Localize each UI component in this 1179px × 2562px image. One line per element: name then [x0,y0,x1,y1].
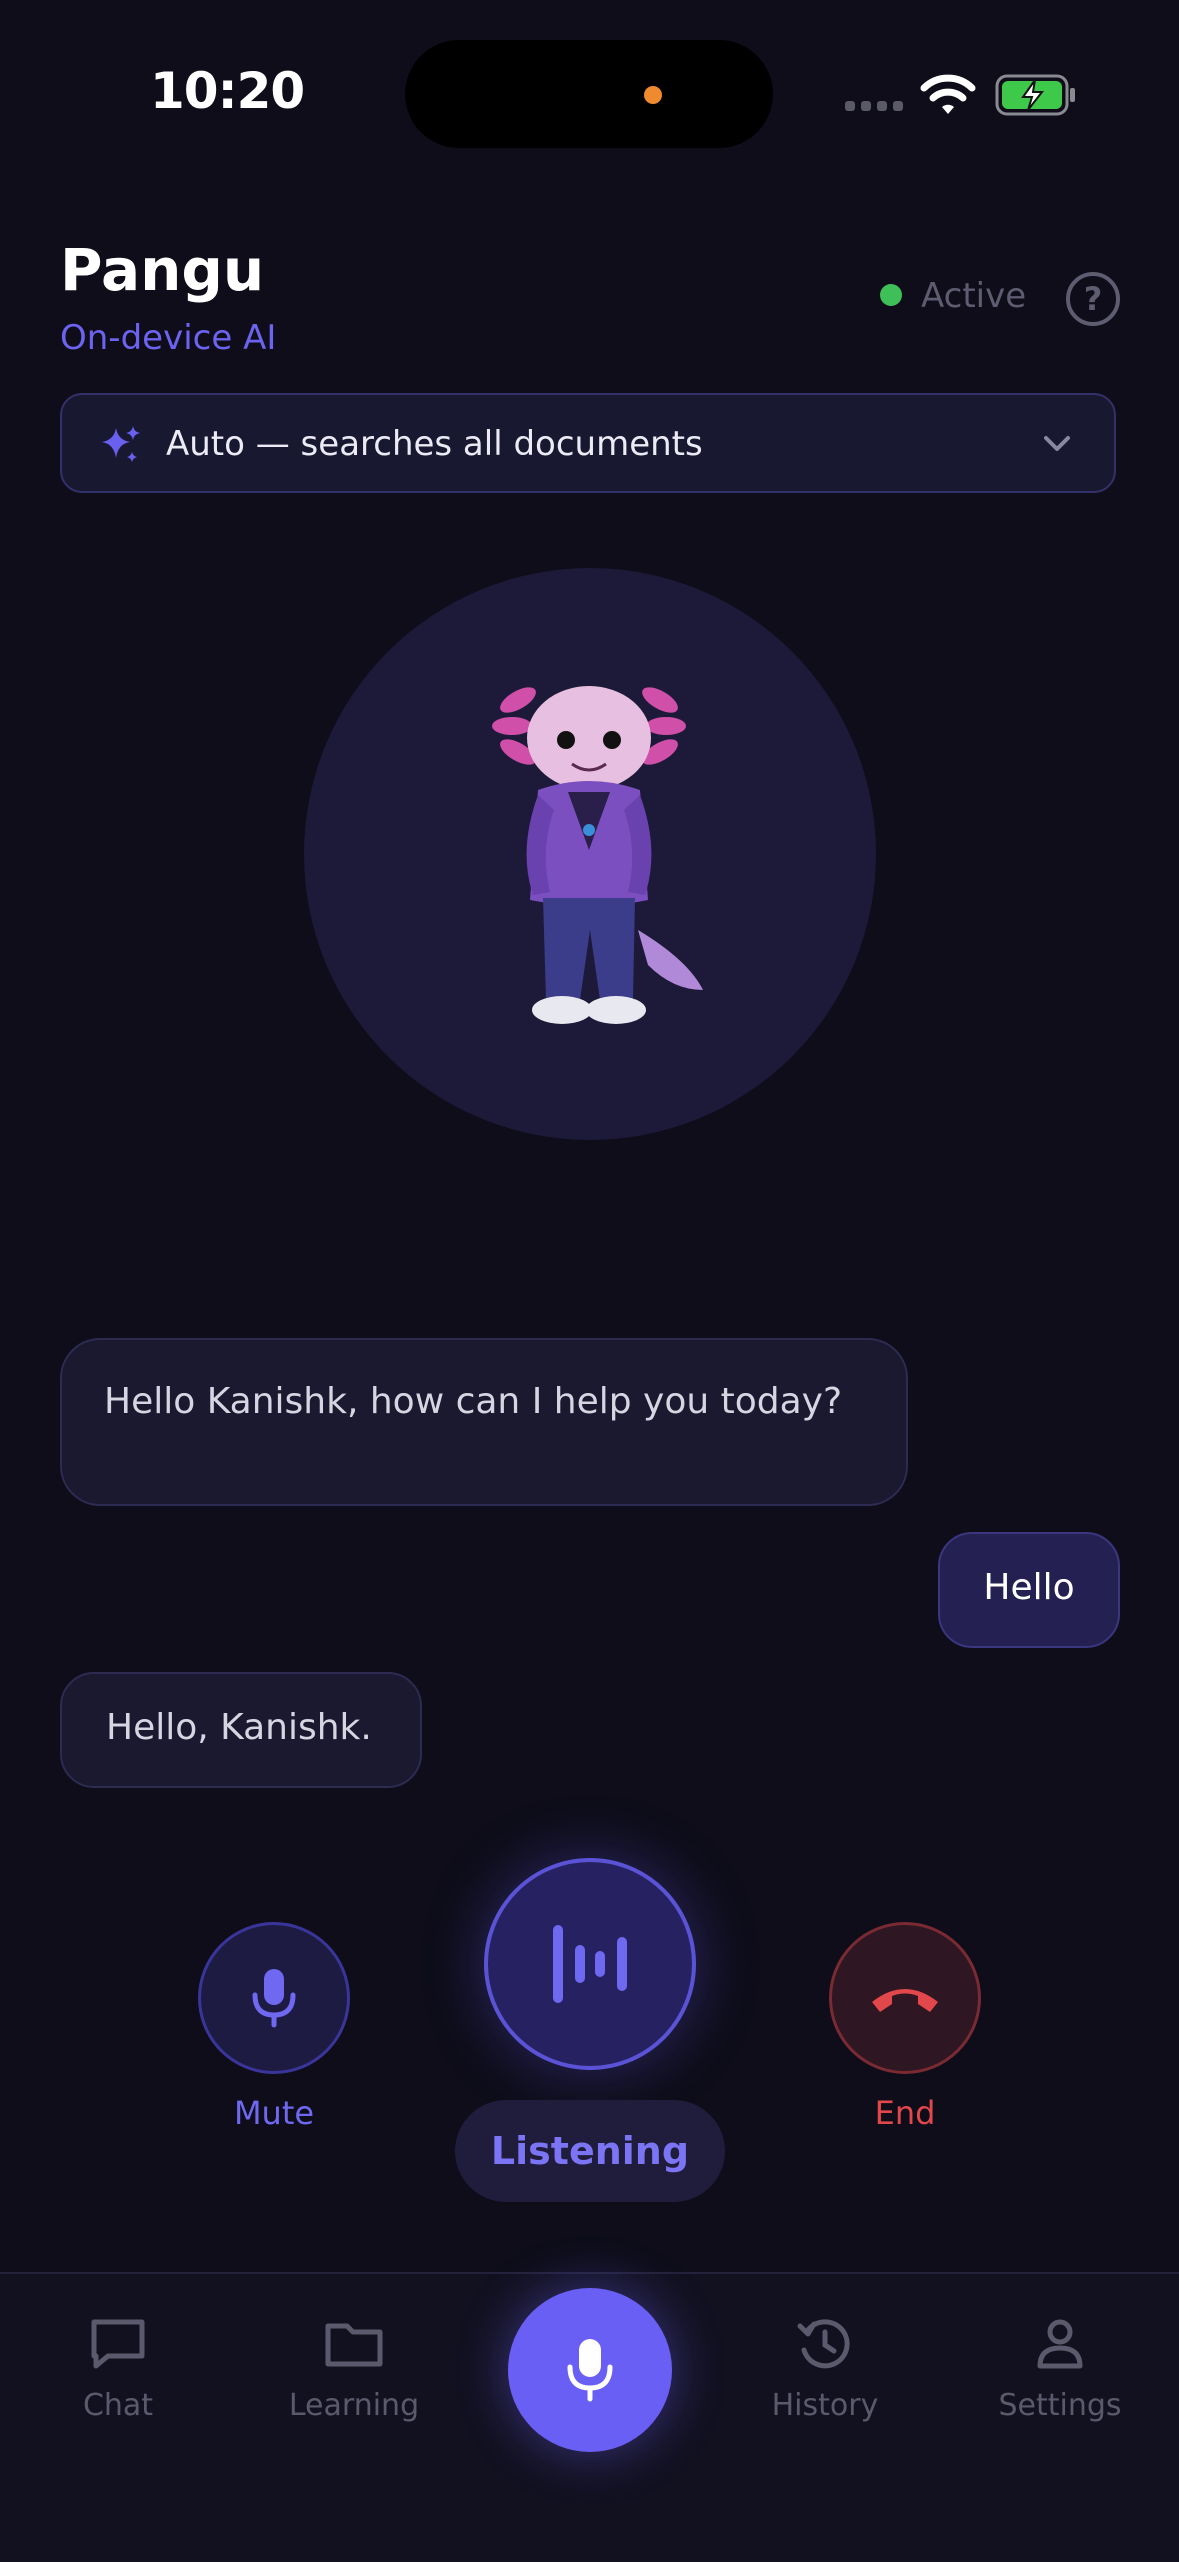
nav-item-chat[interactable]: Chat [18,2316,218,2423]
microphone-icon [252,1969,296,2028]
voice-waveform-icon [553,1925,627,2003]
chat-bubble-icon [91,2319,145,2369]
listening-status: Listening [455,2100,725,2202]
nav-label-settings: Settings [998,2388,1122,2423]
document-scope-label: Auto — searches all documents [166,424,703,464]
folder-icon [325,2323,383,2367]
wifi-icon [920,74,976,114]
end-label: End [874,2094,936,2132]
battery-charging-icon [995,74,1075,116]
help-icon[interactable]: ? [1066,272,1120,326]
microphone-icon [567,2339,613,2402]
app-title: Pangu [60,236,265,304]
status-dot [880,284,902,306]
listening-indicator-button[interactable] [484,1858,696,2070]
mute-label: Mute [233,2094,315,2132]
cellular-signal-icon [845,101,903,111]
camera-indicator-dot [644,86,662,104]
nav-item-history[interactable]: History [725,2316,925,2423]
sparkle-icon [102,426,140,462]
voice-mode-button[interactable] [508,2288,672,2452]
phone-hangup-icon [872,1989,938,2012]
nav-label-history: History [771,2388,879,2423]
mute-button[interactable] [198,1922,350,2074]
nav-label-chat: Chat [82,2388,154,2423]
chevron-down-icon [1044,436,1070,451]
axolotl-mascot-illustration [492,686,703,1024]
dynamic-island [405,40,773,148]
assistant-message: Hello, Kanishk. [60,1672,422,1788]
app-subtitle: On-device AI [60,318,277,358]
nav-item-learning[interactable]: Learning [254,2316,454,2423]
nav-item-settings[interactable]: Settings [960,2316,1160,2423]
user-message: Hello [938,1532,1120,1648]
status-label: Active [921,276,1027,316]
assistant-message: Hello Kanishk, how can I help you today? [60,1338,908,1506]
status-time: 10:20 [150,62,305,120]
nav-label-learning: Learning [288,2388,420,2423]
end-call-button[interactable] [829,1922,981,2074]
person-icon [1037,2319,1083,2369]
history-icon [797,2319,850,2369]
